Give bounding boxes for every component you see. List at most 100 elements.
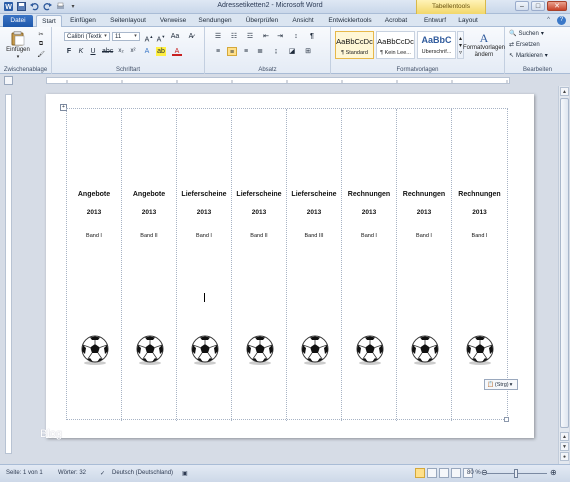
shading-icon[interactable]: ◪ (287, 47, 297, 56)
label-cell[interactable]: Angebote 2013 Band I (67, 109, 122, 421)
font-color-icon[interactable]: A (172, 47, 182, 56)
macro-recording-icon[interactable]: ▣ (182, 470, 188, 477)
tab-verweise[interactable]: Verweise (155, 15, 191, 27)
shrink-font-icon[interactable]: A▼ (156, 32, 166, 43)
tab-einfuegen[interactable]: Einfügen (66, 15, 100, 27)
tab-ansicht[interactable]: Ansicht (288, 15, 318, 27)
cut-icon[interactable]: ✂ (36, 30, 46, 39)
word-count[interactable]: Wörter: 32 (58, 470, 86, 476)
tab-entwicklertools[interactable]: Entwicklertools (322, 15, 378, 27)
decrease-indent-icon[interactable]: ⇤ (261, 32, 271, 41)
show-formatting-icon[interactable]: ¶ (307, 32, 317, 41)
text-effects-icon[interactable]: A (142, 47, 152, 56)
paste-options-button[interactable]: 📋 (Strg) ▾ (484, 379, 518, 390)
tab-sendungen[interactable]: Sendungen (195, 15, 235, 27)
full-screen-reading-button[interactable] (427, 468, 437, 478)
increase-indent-icon[interactable]: ⇥ (275, 32, 285, 41)
close-button[interactable]: ✕ (547, 1, 567, 11)
bold-button[interactable]: F (64, 47, 74, 56)
chevron-down-icon: ▾ (104, 33, 107, 39)
label-cell[interactable]: Lieferscheine 2013 Band I (177, 109, 232, 421)
style-no-spacing[interactable]: AaBbCcDc ¶ Kein Lee... (376, 31, 415, 59)
label-cell[interactable]: Rechnungen 2013 Band I (342, 109, 397, 421)
label-cell[interactable]: Rechnungen 2013 Band I (452, 109, 507, 421)
table-resize-handle[interactable] (504, 417, 509, 422)
tab-entwurf[interactable]: Entwurf (418, 15, 452, 27)
align-left-icon[interactable]: ≡ (213, 47, 223, 56)
label-cell[interactable]: Lieferscheine 2013 Band II (232, 109, 287, 421)
scroll-down-arrow[interactable]: ▼ (560, 442, 569, 451)
zoom-slider-knob[interactable] (514, 469, 518, 478)
watermark-text: Blog (40, 428, 63, 440)
find-button[interactable]: 🔍 Suchen ▾ (509, 30, 544, 38)
replace-icon: ⇄ (509, 42, 515, 48)
subscript-button[interactable]: x₂ (116, 47, 126, 56)
align-center-icon[interactable]: ≡ (227, 47, 237, 56)
vertical-ruler-track[interactable] (5, 94, 12, 454)
outline-view-button[interactable] (451, 468, 461, 478)
underline-button[interactable]: U (88, 47, 98, 56)
ruler-track[interactable] (46, 77, 510, 84)
browse-object-icon[interactable]: ● (560, 452, 569, 461)
italic-button[interactable]: K (76, 47, 86, 56)
help-icon[interactable]: ? (557, 16, 566, 25)
zoom-slider[interactable] (487, 469, 547, 478)
change-case-icon[interactable]: Aa (170, 32, 180, 41)
redo-icon[interactable] (42, 1, 52, 11)
save-icon[interactable] (16, 1, 26, 11)
minimize-button[interactable]: – (515, 1, 529, 11)
select-button[interactable]: ↖ Markieren ▾ (509, 52, 548, 60)
tab-ueberpruefen[interactable]: Überprüfen (240, 15, 284, 27)
multilevel-list-icon[interactable]: ☲ (245, 32, 255, 41)
label-cell[interactable]: Lieferscheine 2013 Band III (287, 109, 342, 421)
change-styles-button[interactable]: A Formatvorlagen ändern (463, 29, 505, 61)
highlight-icon[interactable]: ab (156, 47, 166, 56)
tab-layout[interactable]: Layout (453, 15, 483, 27)
print-layout-view-button[interactable] (415, 468, 425, 478)
proofing-icon[interactable]: ✓ (100, 470, 105, 477)
label-cell[interactable]: Rechnungen 2013 Band I (397, 109, 452, 421)
minimize-ribbon-icon[interactable]: ^ (544, 16, 553, 25)
vertical-scrollbar[interactable]: ▲ ▲ ▼ ● (558, 86, 569, 464)
customize-qat-icon[interactable]: ▾ (68, 1, 78, 11)
bullets-icon[interactable]: ☰ (213, 32, 223, 41)
label-cell[interactable]: Angebote 2013 Band II (122, 109, 177, 421)
label-band: Band I (196, 233, 212, 239)
replace-button[interactable]: ⇄ Ersetzen (509, 41, 540, 49)
style-heading[interactable]: AaBbC Überschrif... (417, 31, 456, 59)
grow-font-icon[interactable]: A▲ (144, 32, 154, 43)
numbering-icon[interactable]: ☷ (229, 32, 239, 41)
maximize-button[interactable]: □ (531, 1, 545, 11)
web-layout-button[interactable] (439, 468, 449, 478)
word-icon[interactable]: W (3, 1, 13, 11)
style-standard[interactable]: AaBbCcDc ¶ Standard (335, 31, 374, 59)
strikethrough-button[interactable]: abc (102, 47, 113, 56)
scroll-up-arrow[interactable]: ▲ (560, 432, 569, 441)
borders-icon[interactable]: ⊞ (303, 47, 313, 56)
tab-acrobat[interactable]: Acrobat (380, 15, 412, 27)
justify-icon[interactable]: ≣ (255, 47, 265, 56)
line-spacing-icon[interactable]: ↨ (271, 47, 281, 56)
tab-datei[interactable]: Datei (3, 15, 33, 27)
label-title: Angebote (132, 191, 166, 198)
page-count[interactable]: Seite: 1 von 1 (6, 470, 43, 476)
zoom-level[interactable]: 80 % (467, 470, 481, 476)
paste-button[interactable]: Einfügen ▾ (4, 30, 32, 60)
format-painter-icon[interactable]: 🖌 (36, 50, 46, 59)
align-right-icon[interactable]: ≡ (241, 47, 251, 56)
tab-selector[interactable] (4, 76, 13, 85)
sort-icon[interactable]: ↕ (291, 32, 301, 41)
font-size-combo[interactable]: 11 ▾ (112, 32, 140, 41)
tab-start[interactable]: Start (36, 15, 62, 27)
language[interactable]: Deutsch (Deutschland) (112, 470, 173, 476)
copy-icon[interactable]: ⧉ (36, 40, 46, 49)
superscript-button[interactable]: x² (128, 47, 138, 56)
undo-icon[interactable] (29, 1, 39, 11)
scroll-thumb[interactable] (560, 98, 569, 428)
zoom-in-icon[interactable]: ⊕ (550, 468, 557, 477)
clear-format-icon[interactable]: A̷ (186, 32, 196, 41)
scroll-up-arrow[interactable]: ▲ (560, 87, 569, 96)
tab-seitenlayout[interactable]: Seitenlayout (105, 15, 151, 27)
font-family-combo[interactable]: Calibri (Textk ▾ (64, 32, 110, 41)
print-preview-icon[interactable] (55, 1, 65, 11)
